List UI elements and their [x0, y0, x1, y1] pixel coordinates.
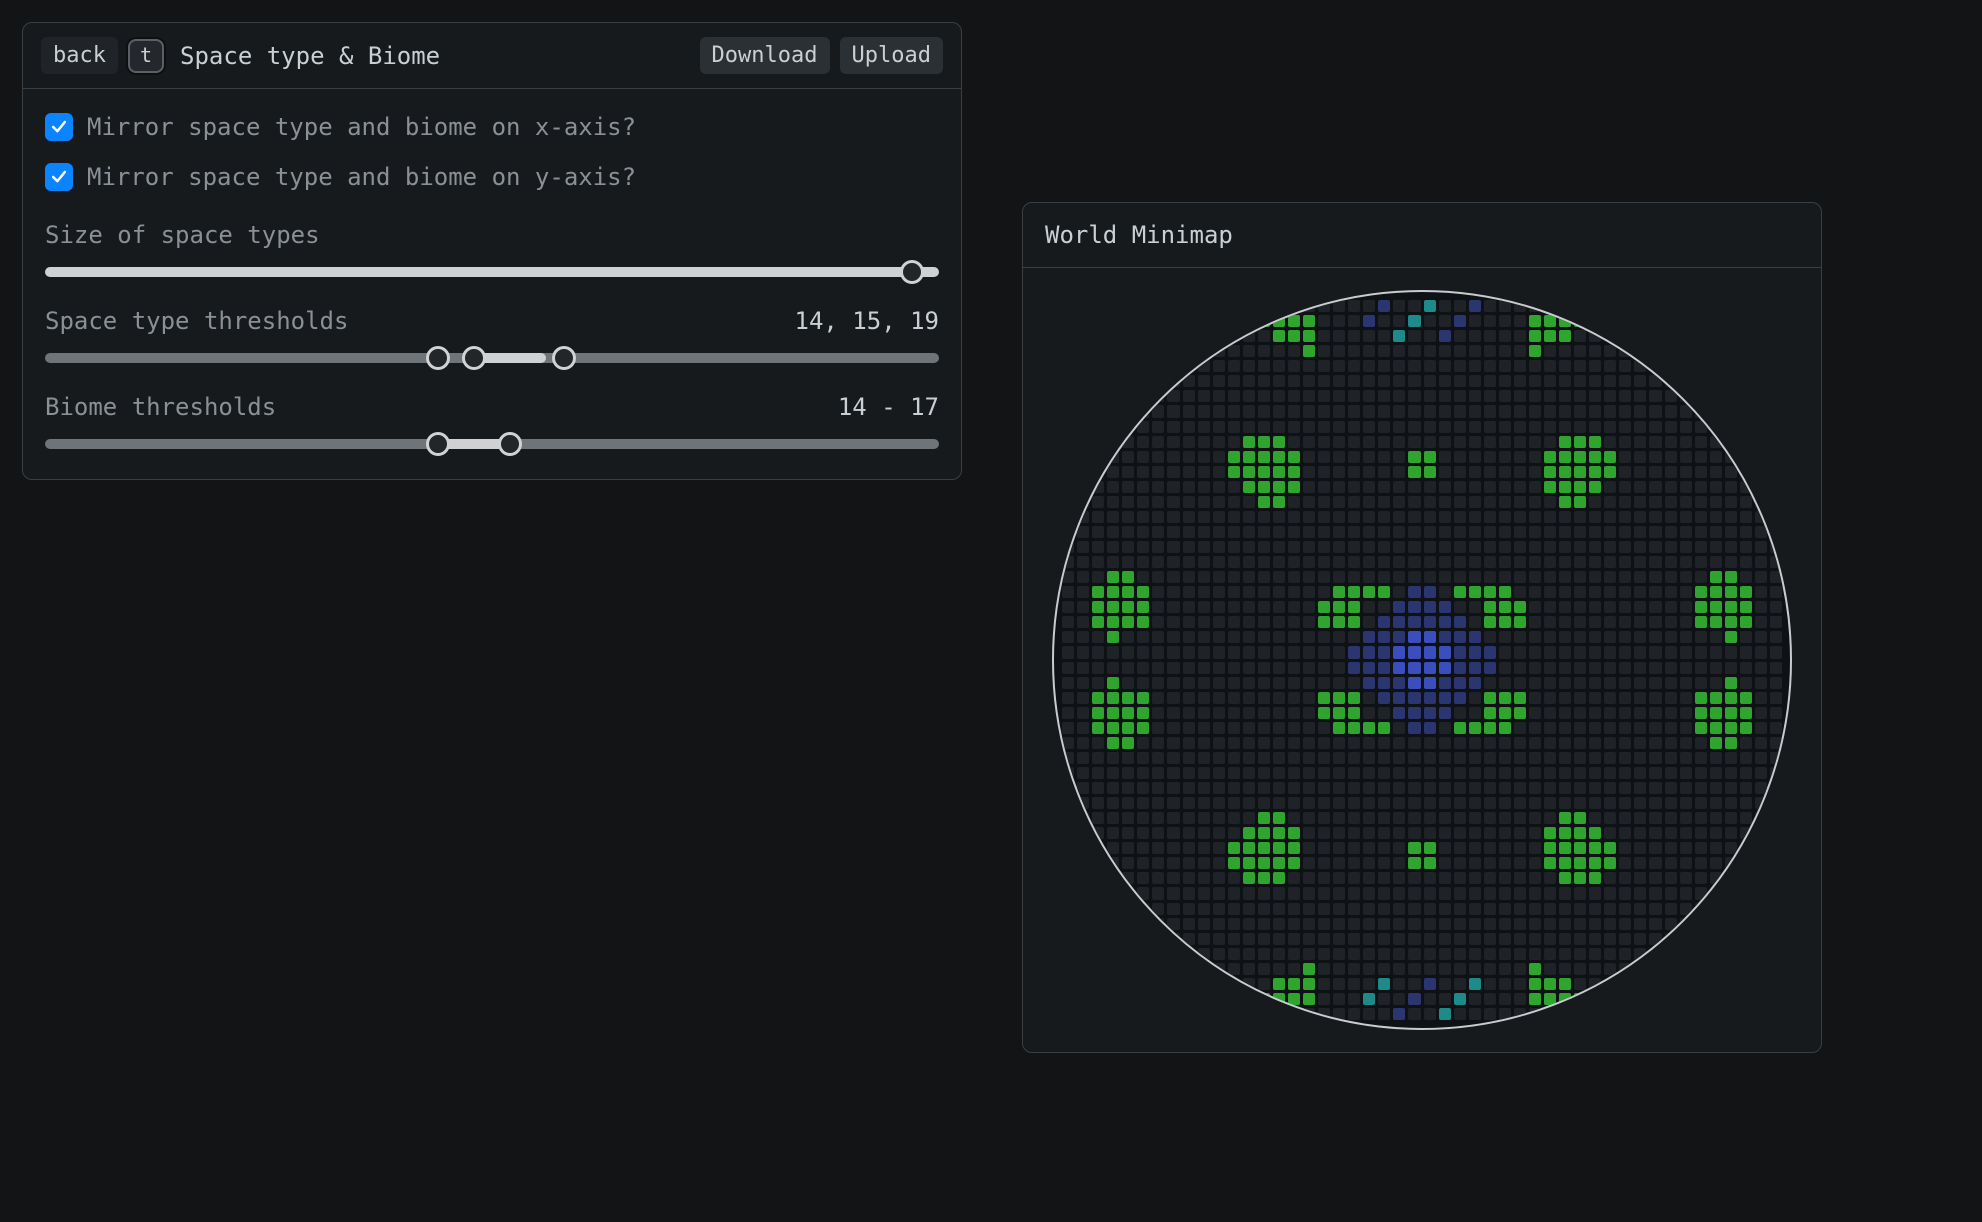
panel-title: Space type & Biome	[180, 42, 440, 70]
config-header: back t Space type & Biome Download Uploa…	[23, 23, 961, 89]
minimap-panel: World Minimap	[1022, 202, 1822, 1053]
mirror-x-row: Mirror space type and biome on x-axis?	[45, 113, 939, 141]
mirror-x-label: Mirror space type and biome on x-axis?	[87, 113, 636, 141]
space-thresholds-thumb-3[interactable]	[552, 346, 576, 370]
check-icon	[49, 117, 69, 137]
space-thresholds-track[interactable]	[45, 353, 939, 363]
minimap-title: World Minimap	[1023, 203, 1821, 268]
mirror-y-label: Mirror space type and biome on y-axis?	[87, 163, 636, 191]
back-button[interactable]: back	[41, 37, 118, 74]
space-thresholds-block: Space type thresholds 14, 15, 19	[45, 307, 939, 363]
mirror-x-checkbox[interactable]	[45, 113, 73, 141]
biome-thresholds-thumb-2[interactable]	[498, 432, 522, 456]
biome-thresholds-block: Biome thresholds 14 - 17	[45, 393, 939, 449]
size-slider-label: Size of space types	[45, 221, 320, 249]
upload-button[interactable]: Upload	[840, 37, 943, 74]
biome-thresholds-value: 14 - 17	[838, 393, 939, 421]
size-slider-block: Size of space types	[45, 221, 939, 277]
mirror-y-row: Mirror space type and biome on y-axis?	[45, 163, 939, 191]
biome-thresholds-track[interactable]	[45, 439, 939, 449]
config-panel: back t Space type & Biome Download Uploa…	[22, 22, 962, 480]
space-thresholds-thumb-2[interactable]	[462, 346, 486, 370]
biome-thresholds-thumb-1[interactable]	[426, 432, 450, 456]
world-minimap	[1052, 290, 1792, 1030]
space-thresholds-value: 14, 15, 19	[795, 307, 940, 335]
biome-thresholds-label: Biome thresholds	[45, 393, 276, 421]
shortcut-key-button[interactable]: t	[128, 39, 164, 73]
space-thresholds-thumb-1[interactable]	[426, 346, 450, 370]
check-icon	[49, 167, 69, 187]
download-button[interactable]: Download	[700, 37, 830, 74]
space-thresholds-label: Space type thresholds	[45, 307, 348, 335]
mirror-y-checkbox[interactable]	[45, 163, 73, 191]
minimap-body	[1023, 268, 1821, 1052]
config-body: Mirror space type and biome on x-axis? M…	[23, 89, 961, 479]
size-slider-track[interactable]	[45, 267, 939, 277]
size-slider-thumb[interactable]	[900, 260, 924, 284]
